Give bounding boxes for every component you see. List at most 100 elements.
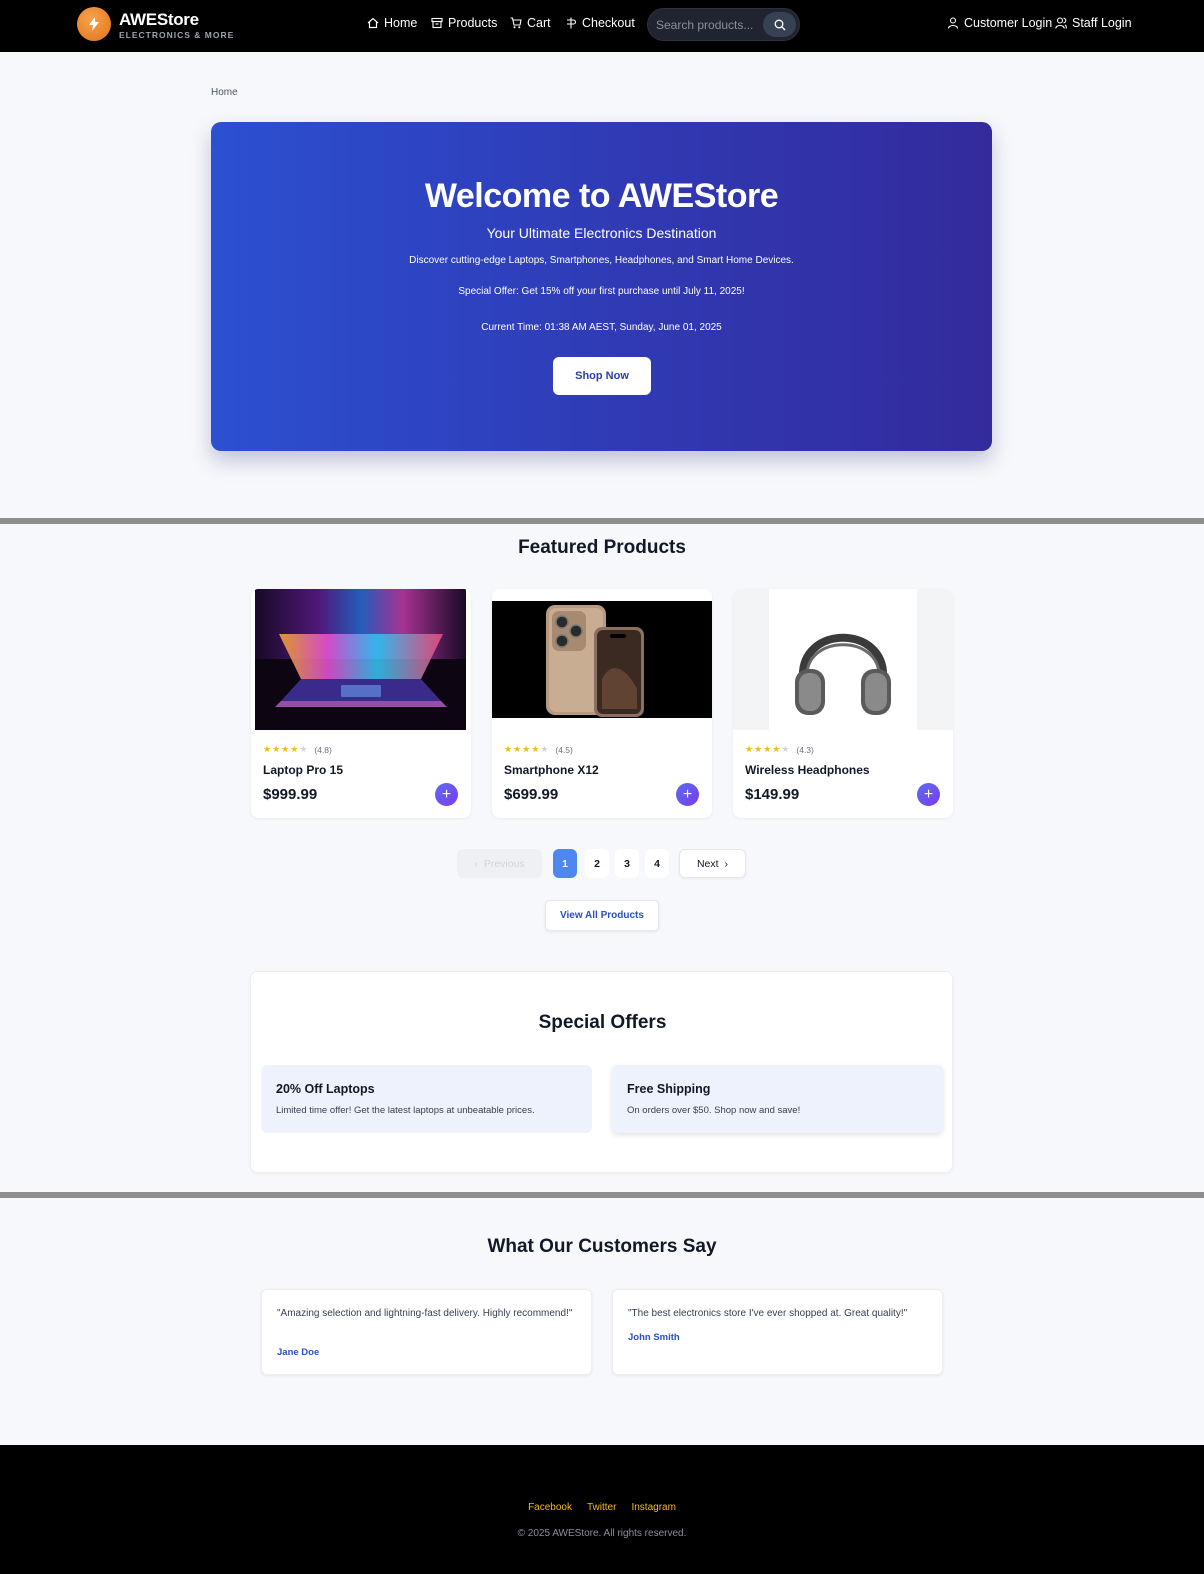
star-icon: ★ — [513, 744, 522, 754]
nav-products-label: Products — [448, 16, 498, 30]
star-icon: ★ — [522, 744, 531, 754]
product-rating-stars: ★ ★ ★ ★ ★ (4.5) — [504, 744, 573, 755]
hero-current-time: Current Time: 01:38 AM AEST, Sunday, Jun… — [481, 322, 722, 333]
offer-card[interactable]: Free Shipping On orders over $50. Shop n… — [612, 1065, 943, 1133]
nav-home-label: Home — [384, 16, 418, 30]
offer-card[interactable]: 20% Off Laptops Limited time offer! Get … — [261, 1065, 592, 1133]
customer-login-link[interactable]: Customer Login — [947, 16, 1052, 30]
testimonial-quote: "Amazing selection and lightning-fast de… — [277, 1308, 573, 1319]
add-to-cart-button[interactable]: + — [676, 783, 699, 806]
product-price: $999.99 — [263, 786, 318, 803]
pagination-page-3[interactable]: 3 — [615, 849, 639, 878]
star-icon: ★ — [263, 744, 272, 754]
nav-cart[interactable]: Cart — [510, 16, 551, 30]
add-to-cart-button[interactable]: + — [435, 783, 458, 806]
product-image-laptop[interactable] — [251, 589, 471, 730]
star-empty-icon: ★ — [540, 744, 549, 754]
brand-logo[interactable] — [77, 7, 111, 41]
product-card-headphones[interactable]: ★ ★ ★ ★ ★ (4.3) Wireless Headphones $149.99 … — [733, 589, 953, 818]
brand-name[interactable]: AWEStore — [119, 10, 199, 30]
product-name[interactable]: Wireless Headphones — [745, 763, 870, 777]
nav-home[interactable]: Home — [367, 16, 417, 30]
checkout-icon — [567, 17, 577, 29]
product-rating-value: (4.3) — [796, 744, 814, 755]
product-rating-value: (4.5) — [555, 744, 573, 755]
star-icon: ★ — [745, 744, 754, 754]
search-input[interactable] — [656, 16, 762, 34]
footer-copyright: © 2025 AWEStore. All rights reserved. — [517, 1528, 687, 1539]
home-icon — [367, 17, 379, 29]
star-icon: ★ — [763, 744, 772, 754]
product-name[interactable]: Laptop Pro 15 — [263, 763, 343, 777]
hero-title: Welcome to AWEStore — [424, 177, 779, 215]
product-price: $149.99 — [745, 786, 800, 803]
testimonial-author: John Smith — [628, 1332, 680, 1343]
section-divider — [0, 1192, 1204, 1198]
nav-checkout[interactable]: Checkout — [565, 16, 635, 30]
search-button[interactable] — [763, 12, 796, 37]
star-icon: ★ — [281, 744, 290, 754]
footer-link-instagram[interactable]: Instagram — [631, 1502, 675, 1513]
product-name[interactable]: Smartphone X12 — [504, 763, 599, 777]
offer-description: Limited time offer! Get the latest lapto… — [276, 1105, 535, 1116]
pagination-previous-label: Previous — [483, 857, 525, 870]
footer-social-links: Facebook Twitter Instagram — [0, 1502, 1204, 1513]
nav-checkout-label: Checkout — [582, 16, 635, 30]
star-icon: ★ — [272, 744, 281, 754]
offer-title: Free Shipping — [627, 1082, 711, 1096]
top-navbar: AWEStore ELECTRONICS & MORE Home Product… — [0, 0, 1204, 52]
chevron-left-icon: ‹ — [474, 857, 478, 870]
featured-products-title: Featured Products — [518, 537, 686, 558]
breadcrumb[interactable]: Home — [211, 87, 238, 98]
view-all-products-button[interactable]: View All Products — [545, 900, 659, 931]
offer-description: On orders over $50. Shop now and save! — [627, 1105, 801, 1116]
customer-login-label: Customer Login — [964, 16, 1053, 30]
star-icon: ★ — [531, 744, 540, 754]
star-icon: ★ — [772, 744, 781, 754]
pagination-next-button[interactable]: Next › — [679, 849, 746, 878]
star-empty-icon: ★ — [781, 744, 790, 754]
pagination-page-4[interactable]: 4 — [645, 849, 669, 878]
product-rating-value: (4.8) — [314, 744, 332, 755]
product-image-smartphone[interactable] — [492, 589, 712, 730]
offer-title: 20% Off Laptops — [276, 1082, 375, 1096]
testimonials-title: What Our Customers Say — [487, 1236, 717, 1257]
pagination-previous-button[interactable]: ‹ Previous — [457, 849, 542, 878]
shop-now-button[interactable]: Shop Now — [553, 357, 651, 395]
product-card-laptop[interactable]: ★ ★ ★ ★ ★ (4.8) Laptop Pro 15 $999.99 + — [251, 589, 471, 818]
star-icon: ★ — [504, 744, 513, 754]
star-icon: ★ — [290, 744, 299, 754]
star-icon: ★ — [754, 744, 763, 754]
pagination-page-2[interactable]: 2 — [585, 849, 609, 878]
plus-icon: + — [441, 785, 452, 803]
footer-link-twitter[interactable]: Twitter — [587, 1502, 616, 1513]
section-divider — [0, 518, 1204, 524]
staff-login-link[interactable]: Staff Login — [1055, 16, 1132, 30]
search-icon — [774, 19, 785, 30]
hero-description: Discover cutting-edge Laptops, Smartphon… — [409, 255, 794, 266]
staff-login-label: Staff Login — [1072, 16, 1132, 30]
hero-subtitle: Your Ultimate Electronics Destination — [486, 225, 717, 241]
nav-products[interactable]: Products — [431, 16, 497, 30]
testimonial-card: "Amazing selection and lightning-fast de… — [261, 1289, 592, 1375]
special-offers-title: Special Offers — [538, 1012, 667, 1033]
box-icon — [431, 17, 443, 29]
hero-banner: Welcome to AWEStore Your Ultimate Electr… — [211, 122, 992, 451]
hero-offer: Special Offer: Get 15% off your first pu… — [458, 286, 745, 297]
footer: Facebook Twitter Instagram © 2025 AWESto… — [0, 1445, 1204, 1574]
nav-cart-label: Cart — [527, 16, 551, 30]
special-offers-panel: Special Offers 20% Off Laptops Limited t… — [250, 971, 953, 1173]
plus-icon: + — [923, 785, 934, 803]
add-to-cart-button[interactable]: + — [917, 783, 940, 806]
star-empty-icon: ★ — [299, 744, 308, 754]
chevron-right-icon: › — [724, 857, 729, 870]
testimonial-quote: "The best electronics store I've ever sh… — [628, 1308, 908, 1319]
footer-link-facebook[interactable]: Facebook — [528, 1502, 572, 1513]
search-bar — [647, 8, 800, 41]
testimonial-author: Jane Doe — [277, 1347, 320, 1358]
users-icon — [1055, 17, 1067, 29]
cart-icon — [510, 17, 522, 29]
product-card-smartphone[interactable]: ★ ★ ★ ★ ★ (4.5) Smartphone X12 $699.99 + — [492, 589, 712, 818]
pagination-page-1[interactable]: 1 — [553, 849, 577, 878]
product-image-headphones[interactable] — [733, 589, 953, 730]
